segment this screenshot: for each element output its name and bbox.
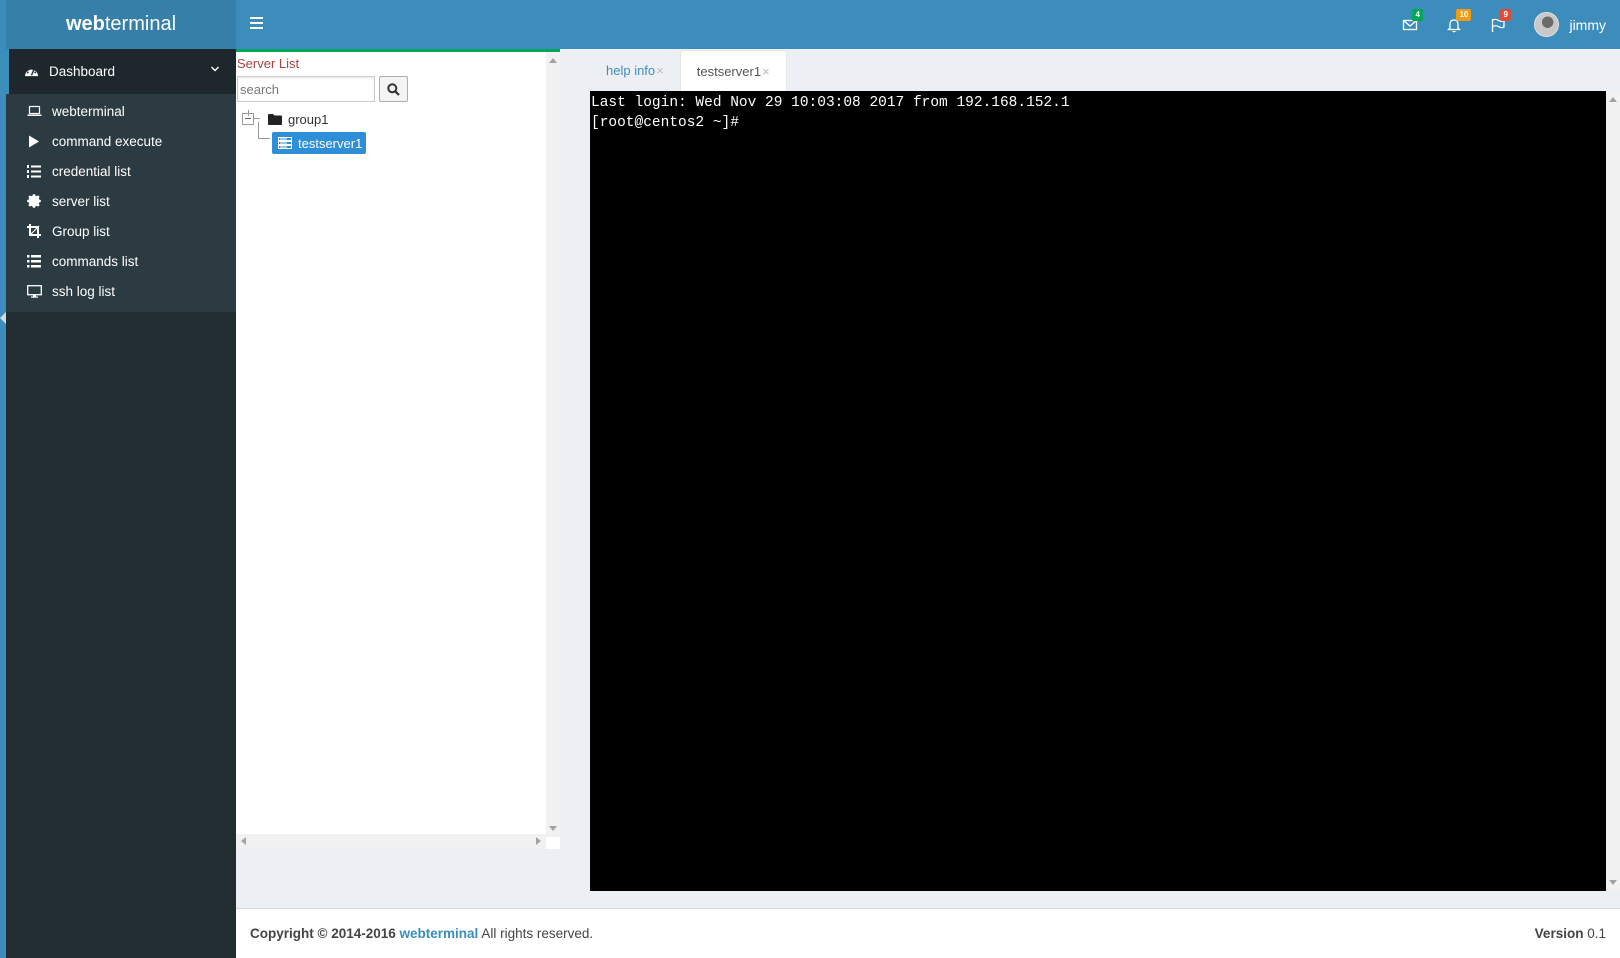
dashboard-icon: [25, 67, 38, 77]
server-list-panel: Server List group1 testserver1: [236, 49, 560, 849]
crop-icon: [26, 223, 42, 239]
tab-label: help info: [606, 63, 656, 78]
sidebar-item-dashboard[interactable]: Dashboard: [6, 49, 236, 94]
top-navbar: 4 10 9 jimmy: [236, 0, 1620, 49]
copyright: Copyright © 2014-2016 webterminal All ri…: [250, 926, 593, 941]
sidebar-item-server-list[interactable]: server list: [6, 186, 236, 216]
sidebar-item-label: Group list: [52, 223, 110, 239]
notifications-badge: 10: [1456, 9, 1472, 21]
tree-vertical-scrollbar[interactable]: [546, 52, 560, 837]
sidebar-item-webterminal[interactable]: webterminal: [6, 96, 236, 126]
search-input[interactable]: [237, 76, 375, 102]
terminal-screen[interactable]: Last login: Wed Nov 29 10:03:08 2017 fro…: [590, 91, 1606, 891]
tasks-badge: 9: [1500, 9, 1511, 21]
server-icon: [278, 137, 292, 149]
group-label: group1: [288, 111, 329, 127]
dashboard-submenu: webterminal command execute credential l…: [6, 94, 236, 312]
server-search: [237, 76, 408, 102]
terminal-tabs: help info × testserver1 ×: [590, 50, 787, 91]
sidebar-item-label: command execute: [52, 133, 163, 149]
search-icon: [387, 82, 400, 96]
version-label: Version: [1534, 926, 1584, 941]
sidebar-item-credential-list[interactable]: credential list: [6, 156, 236, 186]
version: Version 0.1: [1535, 926, 1606, 941]
rights-text: All rights reserved.: [481, 926, 594, 941]
server-tree: group1 testserver1: [242, 107, 367, 154]
sidebar-item-label: credential list: [52, 163, 131, 179]
tab-help-info[interactable]: help info ×: [590, 50, 680, 91]
version-value: 0.1: [1587, 926, 1606, 941]
play-icon: [26, 133, 42, 149]
tab-testserver1[interactable]: testserver1 ×: [679, 50, 787, 91]
copyright-text: Copyright © 2014-2016: [250, 926, 396, 941]
sidebar-item-label: webterminal: [52, 103, 125, 119]
sidebar-item-ssh-log-list[interactable]: ssh log list: [6, 276, 236, 306]
selected-server[interactable]: testserver1: [272, 132, 367, 154]
tree-horizontal-scrollbar[interactable]: [236, 834, 546, 849]
server-list-title: Server List: [237, 56, 300, 71]
main-content: Server List group1 testserver1: [236, 49, 1620, 908]
logo-text: terminal: [104, 13, 177, 35]
folder-icon: [268, 113, 282, 125]
sidebar-item-label: Dashboard: [49, 64, 116, 79]
sidebar-item-commands-list[interactable]: commands list: [6, 246, 236, 276]
sidebar-collapse-strip[interactable]: [0, 0, 6, 958]
sidebar-item-label: commands list: [52, 253, 139, 269]
messages-button[interactable]: 4: [1388, 0, 1432, 49]
server-label: testserver1: [298, 135, 363, 151]
chevron-down-icon: [211, 66, 219, 72]
sidebar-item-group-list[interactable]: Group list: [6, 216, 236, 246]
avatar: [1534, 12, 1560, 37]
tab-label: testserver1: [696, 63, 762, 79]
terminal-prompt: [root@centos2 ~]#: [591, 115, 739, 131]
navbar-right: 4 10 9 jimmy: [1388, 0, 1606, 49]
user-name: jimmy: [1569, 16, 1606, 33]
brand-link[interactable]: webterminal: [400, 926, 479, 941]
tasks-button[interactable]: 9: [1476, 0, 1520, 49]
messages-badge: 4: [1412, 9, 1423, 21]
logo-bold-text: web: [65, 13, 105, 35]
list-ol-icon: [26, 163, 42, 179]
app-logo[interactable]: webterminal: [6, 0, 236, 49]
search-button[interactable]: [379, 76, 408, 102]
desktop-icon: [26, 283, 42, 299]
close-icon[interactable]: ×: [762, 64, 770, 79]
tree-node-server[interactable]: testserver1: [258, 122, 367, 154]
sidebar-item-label: ssh log list: [52, 283, 116, 299]
user-menu[interactable]: jimmy: [1534, 12, 1606, 37]
notifications-button[interactable]: 10: [1432, 0, 1476, 49]
sidebar-toggle-button[interactable]: [250, 14, 268, 34]
collapse-arrow-icon[interactable]: [0, 312, 6, 324]
collapse-toggle-icon[interactable]: [242, 110, 254, 125]
laptop-icon: [26, 103, 42, 119]
list-icon: [26, 253, 42, 269]
close-icon[interactable]: ×: [656, 63, 664, 78]
sidebar: Dashboard webterminal command execute cr…: [6, 49, 236, 958]
sidebar-item-command-execute[interactable]: command execute: [6, 126, 236, 156]
terminal-line: Last login: Wed Nov 29 10:03:08 2017 fro…: [591, 95, 1070, 111]
sidebar-item-label: server list: [52, 193, 110, 209]
terminal-scrollbar[interactable]: [1606, 91, 1620, 891]
certificate-icon: [26, 193, 42, 209]
footer: Copyright © 2014-2016 webterminal All ri…: [236, 908, 1620, 958]
